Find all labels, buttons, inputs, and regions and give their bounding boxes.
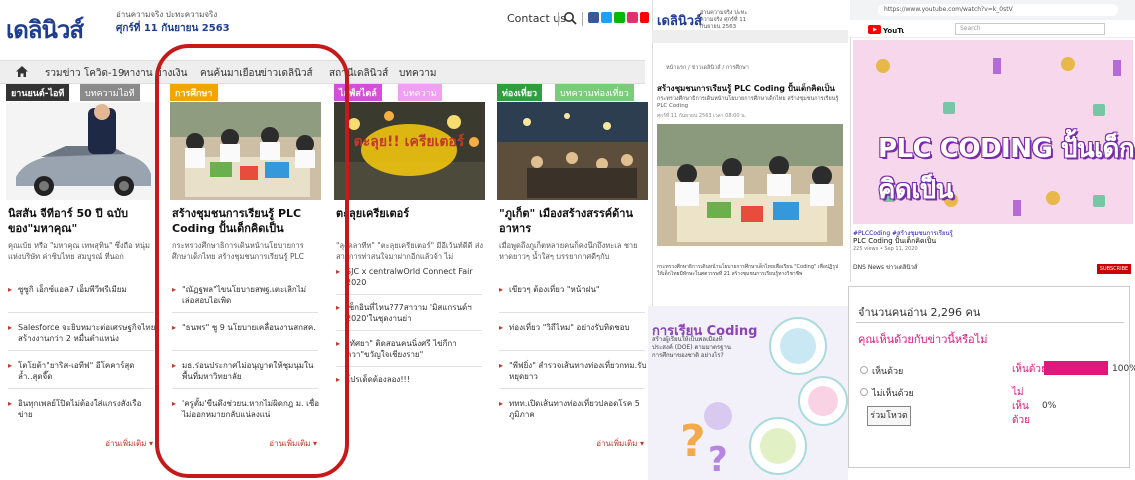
related-news-item[interactable]: อินทุกเพลย์โปิดไม่ต้องใส่แกรงสังเรือข่าย: [8, 398, 156, 420]
related-news-item[interactable]: ซูซูกิ เอ็กซ์แอล7 เอ็มพีวีพรีเมียม: [8, 284, 156, 295]
twitter-icon[interactable]: [601, 12, 612, 23]
article-excerpt: เมื่อพูดถึงภูเก็ตหลายคนก็คงนึกถึงทะเล ชา…: [499, 241, 638, 261]
tab-travel-articles[interactable]: บทความท่องเที่ยว: [555, 84, 634, 101]
article-date: ศุกร์ที่ 11 กันยายน 2563 เวลา 08:00 น.: [657, 113, 747, 119]
news-column-auto-it: ยานยนต์-ไอที บทความไอที นิสสัน จีทีอาร์ …: [6, 84, 157, 456]
column-tabbar: ท่องเที่ยว บทความท่องเที่ยว: [497, 84, 648, 101]
line-icon[interactable]: [614, 12, 625, 23]
svg-text:?: ?: [708, 440, 728, 480]
site-tagline: อ่านความจริง ปะทะความจริง: [116, 10, 218, 19]
divider: [499, 350, 645, 351]
article-excerpt: คุณเบ้ย หรือ "มหาคุณ เทพสุทิน" ซึ่งถือ ห…: [8, 241, 150, 261]
nav-item-articles[interactable]: บทความ: [399, 66, 436, 81]
article-photo: [657, 124, 843, 246]
nav-item-jobs[interactable]: หางาน: [123, 66, 153, 81]
tab-lifestyle-articles[interactable]: บทความ: [398, 84, 442, 101]
article-title[interactable]: ตะลุยเครียเตอร์: [336, 206, 484, 221]
related-news-item[interactable]: ททท.เปิดเส้นทางท่องเที่ยวปลอดโรค 5 ภูมิภ…: [499, 398, 647, 420]
video-title-overlay: PLC CODING ปั้นเด็กคิดเป็น: [878, 134, 1135, 205]
divider: [8, 312, 154, 313]
article-body: กระทรวงศึกษาธิการเดินหน้านโยบายการศึกษาเ…: [657, 264, 839, 277]
article-site-subtitle: อ่านความจริง ปะทะความจริง ศุกร์ที่ 11 กั…: [700, 10, 748, 30]
article-nav-bar: [652, 30, 848, 43]
subscribe-button[interactable]: SUBSCRIBE: [1097, 264, 1131, 274]
divider: [336, 294, 482, 295]
article-title[interactable]: นิสสัน จีทีอาร์ 50 ปี ฉบับ ของ"มหาคุณ": [8, 206, 156, 236]
related-news-item[interactable]: "ทัศยา" ติดสอนคนนิ่งศรี ไข่กีกา ควา"ขวัญ…: [336, 338, 484, 360]
article-excerpt: "ลุงคลาทีท" "ตะลุยเครียเตอร์" มีอีเว้นท์…: [336, 241, 484, 261]
site-date: ศุกร์ที่ 11 กันยายน 2563: [116, 23, 230, 34]
option-disagree-label[interactable]: ไม่เห็นด้วย: [872, 386, 914, 400]
youtube-icon[interactable]: [640, 12, 649, 23]
divider: [336, 366, 482, 367]
result-disagree-percent: 0%: [1042, 401, 1057, 411]
related-news-item[interactable]: โปรเด็ดต้องลอง!!!: [336, 374, 484, 385]
article-headline: สร้างชุมชนการเรียนรู้ PLC Coding ปั้นเด็…: [657, 84, 835, 93]
result-agree-percent: 100%: [1112, 364, 1135, 374]
result-agree-bar: [1044, 361, 1108, 375]
breadcrumb: หน้าแรก / ข่าวเดลินิวส์ / การศึกษา: [666, 65, 749, 71]
article-thumbnail[interactable]: [497, 102, 648, 200]
video-views: 225 views • Sep 11, 2020: [853, 246, 918, 252]
related-news-item[interactable]: "พีฟยิ่ง" สำรวจเส้นทางท่องเที่ยวกทม.รับห…: [499, 360, 647, 382]
header-divider: [558, 12, 559, 26]
tab-it-articles[interactable]: บทความไอที: [80, 84, 140, 101]
article-site-logo: เดลินิวส์: [657, 14, 702, 29]
poll-question: คุณเห็นด้วยกับข่าวนี้หรือไม่: [858, 333, 988, 346]
facebook-icon[interactable]: [588, 12, 599, 23]
home-icon[interactable]: [15, 65, 29, 78]
header-divider: [582, 12, 583, 26]
tab-auto-it[interactable]: ยานยนต์-ไอที: [6, 84, 70, 101]
thumbnail-caption: ตะลุย!! เครียเตอร์: [354, 133, 465, 150]
radio-disagree[interactable]: [860, 388, 868, 396]
tab-travel[interactable]: ท่องเที่ยว: [497, 84, 543, 101]
read-more-link[interactable]: อ่านเพิ่มเติม ▾: [596, 437, 644, 450]
related-news-item[interactable]: เขียวๆ ต้องเที่ยว "หน้าฝน": [499, 284, 647, 295]
url-bar[interactable]: https://www.youtube.com/watch?v=k_0stV: [878, 4, 1118, 16]
search-icon[interactable]: [563, 11, 577, 25]
news-column-lifestyle: ไลฟ์สไตล์ บทความ ตะลุย!! เครียเตอร์ ตะลุ…: [334, 84, 485, 456]
site-logo[interactable]: เดลินิวส์: [6, 10, 84, 49]
highlight-annotation-oval: [155, 44, 349, 478]
column-tabbar: ยานยนต์-ไอที บทความไอที: [6, 84, 157, 101]
youtube-logo-icon[interactable]: YouTube: [868, 24, 904, 35]
divider: [8, 350, 154, 351]
radio-agree[interactable]: [860, 366, 868, 374]
column-tabbar: ไลฟ์สไตล์ บทความ: [334, 84, 485, 101]
result-agree-label: เห็นด้วย: [1012, 364, 1047, 375]
article-lead: กระทรวงศึกษาธิการเดินหน้านโยบายการศึกษาเ…: [657, 96, 839, 109]
channel-name[interactable]: DNS News ข่าวเดลินิวส์: [853, 262, 918, 272]
reader-count: จำนวนคนอ่าน 2,296 คน: [858, 306, 981, 319]
result-disagree-label: ไม่เห็นด้วย: [1012, 387, 1030, 426]
related-news-item[interactable]: Salesforce จะยิบหมาะต่อเศรษฐกิจไทย สร้าง…: [8, 322, 156, 344]
nav-item-covid[interactable]: รวมข่าว โควิด-19: [45, 66, 124, 81]
youtube-search-input[interactable]: Search: [955, 23, 1105, 35]
coding-description: สร้างผู้เรียนให้เป็นพลเมืองที่ประสงค์ (D…: [652, 336, 731, 359]
poll-divider: [856, 322, 1124, 323]
divider: [336, 330, 482, 331]
related-news-item[interactable]: เช็กอินที่ไหน?77สาวาม 'มิสแกรนด์ฯ 2020'ใ…: [336, 302, 484, 324]
divider: [499, 312, 645, 313]
svg-text:?: ?: [680, 416, 706, 467]
read-more-link[interactable]: อ่านเพิ่มเติม ▾: [105, 437, 153, 450]
news-column-travel: ท่องเที่ยว บทความท่องเที่ยว "ภูเก็ต" เมื…: [497, 84, 648, 456]
divider: [8, 388, 154, 389]
related-news-item[interactable]: โตโยต้า"ยาริส-เอทีฟ" อีโคคาร์สุดล้ำ..สุด…: [8, 360, 156, 382]
related-news-item[interactable]: ท่องเที่ยว "วิถีไหม" อย่างรับทิดชอบ: [499, 322, 647, 333]
article-thumbnail[interactable]: ตะลุย!! เครียเตอร์: [334, 102, 485, 200]
youtube-logo-text: YouTube: [882, 27, 904, 35]
option-agree-label[interactable]: เห็นด้วย: [872, 364, 903, 378]
vote-button[interactable]: ร่วมโหวต: [867, 406, 911, 426]
related-news-item[interactable]: SJC x centralwOrld Connect Fair 2020: [336, 266, 484, 288]
collage-stage: เดลินิวส์ อ่านความจริง ปะทะความจริง ศุกร…: [0, 0, 1135, 480]
article-title[interactable]: "ภูเก็ต" เมืองสร้างสรรค์ด้าน อาหาร: [499, 206, 647, 236]
article-thumbnail[interactable]: [6, 102, 157, 200]
divider: [499, 388, 645, 389]
instagram-icon[interactable]: [627, 12, 638, 23]
